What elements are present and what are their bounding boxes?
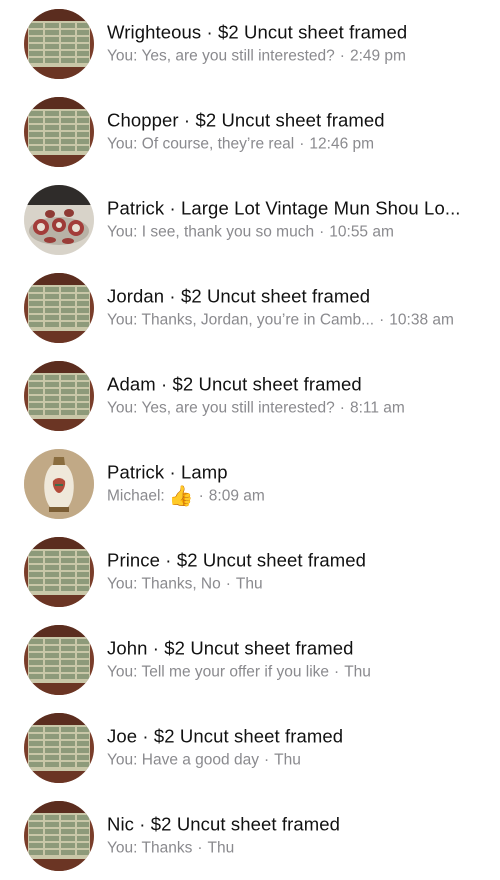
conversation-title: Patrick · Lamp [107, 461, 228, 483]
dish-set-avatar [24, 185, 94, 255]
contact-name: John [107, 637, 148, 659]
uncut-sheet-avatar [24, 273, 94, 343]
listing-title: $2 Uncut sheet framed [150, 813, 341, 835]
conversation-title: Jordan · $2 Uncut sheet framed [107, 285, 371, 307]
message-preview: You: Thanks, Jordan, you’re in Camb... · 1… [107, 310, 482, 332]
timestamp: 2:49 pm [349, 47, 406, 65]
listing-title: $2 Uncut sheet framed [195, 109, 385, 131]
uncut-sheet-avatar [24, 625, 94, 695]
listing-title: Lamp [181, 461, 228, 483]
conversation-row[interactable]: Prince · $2 Uncut sheet framed You: Than… [0, 528, 500, 616]
thumbs-up-icon: 👍 [168, 485, 194, 508]
uncut-sheet-avatar [24, 537, 94, 607]
contact-name: Patrick [107, 461, 165, 483]
message-preview: You: Of course, they’re real · 12:46 pm [107, 134, 482, 156]
conversation-row[interactable]: Jordan · $2 Uncut sheet framed You: Than… [0, 264, 500, 352]
contact-name: Adam [107, 373, 156, 395]
conversation-title: Joe · $2 Uncut sheet framed [107, 725, 344, 747]
conversation-row[interactable]: Nic · $2 Uncut sheet framed You: Thanks ·… [0, 792, 500, 880]
conversation-title: John · $2 Uncut sheet framed [107, 637, 354, 659]
timestamp: Thu [274, 751, 301, 769]
uncut-sheet-avatar [24, 361, 94, 431]
conversation-text: Jordan · $2 Uncut sheet framed You: Than… [107, 285, 482, 332]
timestamp: 8:11 am [349, 399, 405, 417]
timestamp: Thu [235, 575, 263, 593]
conversation-title: Patrick · Large Lot Vintage Mun Shou Lo.… [107, 197, 461, 219]
conversation-list: Wrighteous · $2 Uncut sheet framed You: … [0, 0, 500, 871]
timestamp: Thu [207, 839, 235, 857]
timestamp: 10:55 am [329, 223, 394, 241]
contact-name: Jordan [107, 285, 165, 307]
listing-title: $2 Uncut sheet framed [218, 21, 408, 43]
message-preview: You: Have a good day · Thu [107, 750, 482, 772]
conversation-text: Nic · $2 Uncut sheet framed You: Thanks ·… [107, 813, 482, 860]
conversation-title: Wrighteous · $2 Uncut sheet framed [107, 21, 408, 43]
preview-text: You: Tell me your offer if you like [107, 663, 330, 681]
listing-title: $2 Uncut sheet framed [180, 285, 371, 307]
conversation-text: John · $2 Uncut sheet framed You: Tell m… [107, 637, 482, 684]
contact-name: Prince [107, 549, 161, 571]
conversation-text: Patrick · Large Lot Vintage Mun Shou Lo.… [107, 197, 482, 244]
preview-text: You: Thanks, No [107, 575, 221, 593]
message-preview: Michael: 👍 · 8:09 am [107, 485, 265, 508]
conversation-row[interactable]: Adam · $2 Uncut sheet framed You: Yes, a… [0, 352, 500, 440]
listing-title: $2 Uncut sheet framed [153, 725, 344, 747]
timestamp: Thu [344, 663, 371, 681]
timestamp: 12:46 pm [309, 135, 375, 153]
conversation-row[interactable]: Chopper · $2 Uncut sheet framed You: Of … [0, 88, 500, 176]
message-preview: You: Tell me your offer if you like · Thu [107, 662, 482, 684]
timestamp: 8:09 am [208, 487, 265, 505]
conversation-row[interactable]: Joe · $2 Uncut sheet framed You: Have a … [0, 704, 500, 792]
contact-name: Patrick [107, 197, 165, 219]
listing-title: $2 Uncut sheet framed [172, 373, 362, 395]
contact-name: Nic [107, 813, 135, 835]
preview-text: You: Yes, are you still interested? [107, 399, 335, 417]
uncut-sheet-avatar [24, 97, 94, 167]
message-preview: You: I see, thank you so much · 10:55 am [107, 222, 482, 244]
message-preview: You: Thanks, No · Thu [107, 574, 482, 596]
uncut-sheet-avatar [24, 9, 94, 79]
listing-title: Large Lot Vintage Mun Shou Lo... [181, 197, 461, 219]
conversation-title: Adam · $2 Uncut sheet framed [107, 373, 362, 395]
preview-text: Michael: [107, 487, 165, 505]
preview-text: You: I see, thank you so much [107, 223, 315, 241]
uncut-sheet-avatar [24, 713, 94, 783]
conversation-row[interactable]: Wrighteous · $2 Uncut sheet framed You: … [0, 0, 500, 88]
message-preview: You: Yes, are you still interested? · 8:11… [107, 398, 482, 420]
contact-name: Chopper [107, 109, 179, 131]
conversation-text: Chopper · $2 Uncut sheet framed You: Of … [107, 109, 482, 156]
message-preview: You: Yes, are you still interested? · 2:49… [107, 46, 482, 68]
preview-text: You: Of course, they’re real [107, 135, 295, 153]
conversation-title: Nic · $2 Uncut sheet framed [107, 813, 341, 835]
preview-text: You: Yes, are you still interested? [107, 47, 335, 65]
timestamp: 10:38 am [389, 311, 454, 329]
preview-text: You: Have a good day [107, 751, 259, 769]
contact-name: Wrighteous [107, 21, 202, 43]
listing-title: $2 Uncut sheet framed [164, 637, 354, 659]
conversation-text: Joe · $2 Uncut sheet framed You: Have a … [107, 725, 482, 772]
preview-text: You: Thanks [107, 839, 193, 857]
conversation-text: Prince · $2 Uncut sheet framed You: Than… [107, 549, 482, 596]
conversation-row[interactable]: Patrick · Lamp Michael: 👍 · 8:09 am [0, 440, 500, 528]
conversation-text: Patrick · Lamp Michael: 👍 · 8:09 am [107, 461, 482, 508]
uncut-sheet-avatar [24, 801, 94, 871]
listing-title: $2 Uncut sheet framed [176, 549, 367, 571]
lamp-avatar [24, 449, 94, 519]
conversation-row[interactable]: John · $2 Uncut sheet framed You: Tell m… [0, 616, 500, 704]
conversation-title: Chopper · $2 Uncut sheet framed [107, 109, 385, 131]
contact-name: Joe [107, 725, 138, 747]
conversation-text: Adam · $2 Uncut sheet framed You: Yes, a… [107, 373, 482, 420]
conversation-text: Wrighteous · $2 Uncut sheet framed You: … [107, 21, 482, 68]
message-preview: You: Thanks · Thu [107, 838, 482, 860]
conversation-title: Prince · $2 Uncut sheet framed [107, 549, 367, 571]
preview-text: You: Thanks, Jordan, you’re in Camb... [107, 311, 375, 329]
conversation-row[interactable]: Patrick · Large Lot Vintage Mun Shou Lo.… [0, 176, 500, 264]
